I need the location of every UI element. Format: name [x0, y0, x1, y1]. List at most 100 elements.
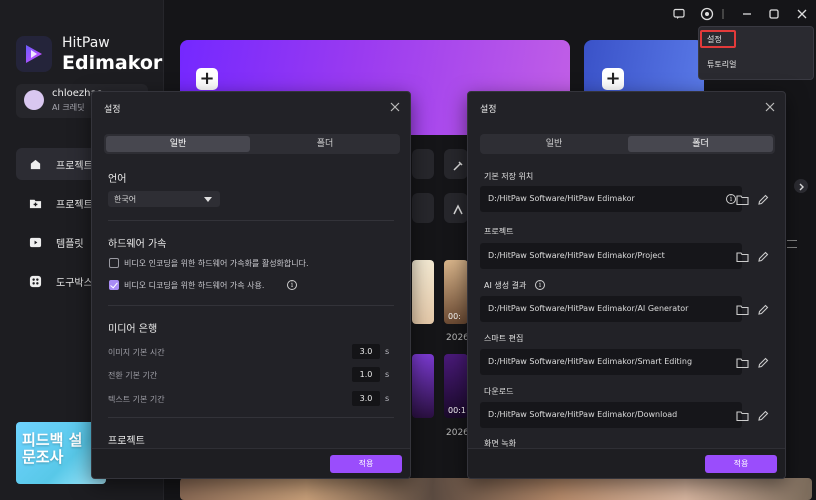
quick-action-tile[interactable]: [412, 193, 434, 223]
tab-folder[interactable]: 폴더: [628, 136, 773, 152]
folder-path-field[interactable]: D:/HitPaw Software/HitPaw Edimakor/Proje…: [480, 243, 742, 269]
folder-path: D:/HitPaw Software/HitPaw Edimakor: [488, 194, 635, 203]
project-heading: 프로젝트: [108, 436, 145, 447]
toolbox-icon: [28, 274, 42, 288]
folder-icon[interactable]: [735, 356, 749, 370]
promo-line-2: 문조사: [22, 448, 64, 466]
menu-item-settings[interactable]: 설정: [707, 34, 722, 45]
settings-gear-icon[interactable]: [700, 7, 714, 21]
minimize-icon[interactable]: [740, 7, 754, 21]
edit-pencil-icon[interactable]: [756, 409, 770, 423]
folder-path: D:/HitPaw Software/HitPaw Edimakor/AI Ge…: [488, 304, 689, 313]
user-plan: AI 크레딧: [52, 103, 85, 112]
folder-label: AI 생성 결과: [484, 281, 527, 290]
maximize-icon[interactable]: [767, 7, 781, 21]
folder-path-field[interactable]: D:/HitPaw Software/HitPaw Edimakor/Smart…: [480, 349, 742, 375]
edit-pencil-icon[interactable]: [756, 193, 770, 207]
dialog-footer: 적용: [468, 448, 785, 478]
recent-thumbnail[interactable]: 00:: [444, 260, 468, 324]
text-duration-input[interactable]: 3.0: [352, 391, 380, 406]
chevron-right-icon: [799, 183, 804, 191]
brand-product: Edimakor: [62, 52, 163, 74]
feedback-icon[interactable]: [672, 7, 686, 21]
decode-accel-checkbox[interactable]: [109, 280, 119, 290]
folder-label: 기본 저장 위치: [484, 172, 534, 181]
dialog-title: 설정: [104, 105, 121, 115]
encode-accel-checkbox[interactable]: [109, 258, 119, 268]
recent-thumbnail[interactable]: [412, 354, 434, 418]
divider: [108, 417, 394, 418]
thumbnail-duration: 00:1: [448, 406, 466, 415]
sidebar-item-label: 프로젝트: [56, 160, 93, 172]
close-icon[interactable]: [388, 100, 402, 114]
settings-dialog-folder: 설정 일반 폴더 기본 저장 위치 D:/HitPaw Software/Hit…: [467, 91, 786, 479]
bottom-thumbnail-row: [180, 478, 812, 500]
image-duration-input[interactable]: 3.0: [352, 344, 380, 359]
folder-icon[interactable]: [735, 303, 749, 317]
unit-label: s: [385, 370, 390, 379]
menu-item-tutorial[interactable]: 튜토리얼: [707, 59, 736, 70]
folder-path: D:/HitPaw Software/HitPaw Edimakor/Smart…: [488, 357, 693, 366]
home-icon: [28, 157, 42, 171]
scroll-right-button[interactable]: [794, 179, 808, 193]
edit-pencil-icon[interactable]: [756, 303, 770, 317]
folder-path-field[interactable]: D:/HitPaw Software/HitPaw Edimakor i: [480, 186, 742, 212]
tab-general[interactable]: 일반: [106, 136, 250, 152]
dialog-title: 설정: [480, 105, 497, 115]
language-heading: 언어: [108, 174, 127, 185]
close-icon[interactable]: [795, 7, 809, 21]
settings-dropdown-menu: 설정 튜토리얼: [698, 26, 814, 80]
tab-folder[interactable]: 폴더: [252, 136, 398, 152]
decode-accel-label: 비디오 디코딩을 위한 하드웨어 가속 사용.: [124, 281, 265, 290]
info-icon[interactable]: i: [535, 280, 545, 290]
quick-action-tile[interactable]: [444, 193, 468, 223]
language-select[interactable]: 한국어: [108, 191, 220, 207]
list-view-icon[interactable]: [787, 240, 797, 248]
folder-icon[interactable]: [735, 193, 749, 207]
divider: [108, 220, 394, 221]
titlebar-divider: [722, 9, 724, 19]
folder-label: 스마트 편집: [484, 334, 524, 343]
quick-action-tile[interactable]: [412, 149, 434, 179]
brand-name: HitPaw: [62, 35, 110, 51]
unit-label: s: [385, 394, 390, 403]
settings-tabs: 일반 폴더: [104, 134, 400, 154]
settings-dialog-general: 설정 일반 폴더 언어 한국어 하드웨어 가속 비디오 인코딩을 위한 하드웨어…: [91, 91, 411, 479]
thumbnail-duration: 00:: [448, 312, 461, 321]
transition-duration-input[interactable]: 1.0: [352, 367, 380, 382]
quick-action-tile[interactable]: [444, 149, 468, 179]
folder-icon[interactable]: [735, 250, 749, 264]
unit-label: s: [385, 347, 390, 356]
folder-path-field[interactable]: D:/HitPaw Software/HitPaw Edimakor/AI Ge…: [480, 296, 742, 322]
apply-button[interactable]: 적용: [705, 455, 777, 473]
close-icon[interactable]: [763, 100, 777, 114]
folder-label: 다운로드: [484, 387, 514, 396]
info-icon[interactable]: i: [287, 280, 297, 290]
sidebar-item-label: 프로젝트: [56, 199, 93, 211]
folder-add-icon: [28, 196, 42, 210]
folder-path-field[interactable]: D:/HitPaw Software/HitPaw Edimakor/Downl…: [480, 402, 742, 428]
text-effect-icon: [452, 201, 464, 215]
caret-down-icon: [204, 197, 212, 202]
sidebar-item-label: 도구박스: [56, 277, 93, 289]
recent-thumbnail[interactable]: 00:1: [444, 354, 468, 418]
promo-line-1: 피드백 설: [22, 431, 83, 449]
app-logo: [16, 36, 52, 72]
language-value: 한국어: [114, 195, 137, 204]
template-icon: [28, 235, 42, 249]
recent-thumbnail[interactable]: [412, 260, 434, 324]
folder-label: 프로젝트: [484, 227, 514, 236]
transition-duration-label: 전환 기본 기간: [108, 371, 158, 380]
edit-pencil-icon[interactable]: [756, 356, 770, 370]
apply-button[interactable]: 적용: [330, 455, 402, 473]
image-duration-label: 이미지 기본 시간: [108, 348, 165, 357]
media-heading: 미디어 은행: [108, 324, 158, 335]
folder-icon[interactable]: [735, 409, 749, 423]
tab-general[interactable]: 일반: [482, 136, 626, 152]
settings-tabs: 일반 폴더: [480, 134, 775, 154]
plus-icon: +: [196, 68, 218, 90]
dialog-footer: 적용: [92, 448, 410, 478]
plus-icon: +: [602, 68, 624, 90]
edit-pencil-icon[interactable]: [756, 250, 770, 264]
encode-accel-label: 비디오 인코딩을 위한 하드웨어 가속화를 활성화합니다.: [124, 259, 309, 268]
